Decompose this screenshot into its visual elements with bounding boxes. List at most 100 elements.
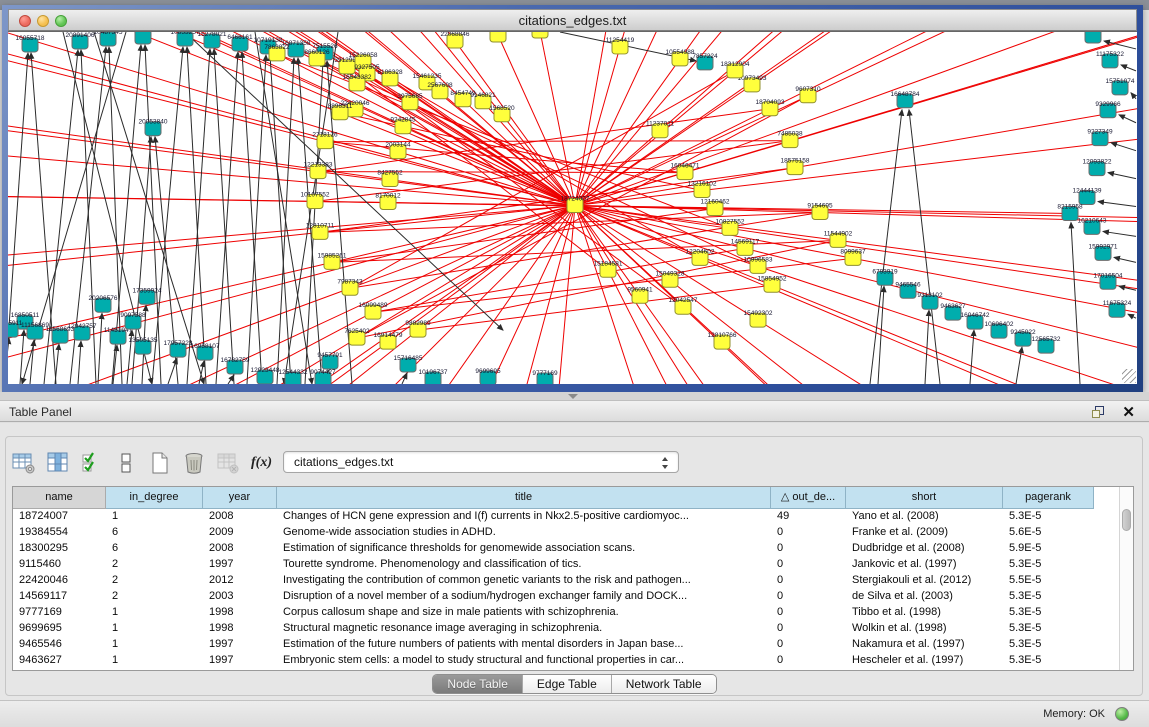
table-cell[interactable]: Hescheler et al. (1997): [846, 653, 1003, 669]
network-node[interactable]: [1085, 32, 1101, 43]
table-cell[interactable]: Estimation of significance thresholds fo…: [277, 541, 771, 557]
table-cell[interactable]: 2008: [203, 541, 277, 557]
table-cell[interactable]: 49: [771, 509, 846, 525]
table-cell[interactable]: 1997: [203, 637, 277, 653]
table-cell[interactable]: 9115460: [13, 557, 106, 573]
table-cell[interactable]: 0: [771, 541, 846, 557]
table-cell[interactable]: Changes of HCN gene expression and I(f) …: [277, 509, 771, 525]
table-cell[interactable]: 2012: [203, 573, 277, 589]
network-window-titlebar[interactable]: citations_edges.txt: [8, 9, 1137, 31]
table-cell[interactable]: 0: [771, 525, 846, 541]
table-row[interactable]: 969969511998Structural magnetic resonanc…: [13, 621, 1133, 637]
table-cell[interactable]: Genome-wide association studies in ADHD.: [277, 525, 771, 541]
row-height-button[interactable]: [112, 450, 139, 476]
network-node[interactable]: [490, 32, 506, 42]
tab-edge-table[interactable]: Edge Table: [523, 675, 612, 693]
table-cell[interactable]: 6: [106, 525, 203, 541]
table-cell[interactable]: 5.3E-5: [1003, 653, 1094, 669]
table-cell[interactable]: Tibbo et al. (1998): [846, 605, 1003, 621]
table-cell[interactable]: 5.6E-5: [1003, 525, 1094, 541]
table-cell[interactable]: Yano et al. (2008): [846, 509, 1003, 525]
table-cell[interactable]: 1: [106, 637, 203, 653]
network-node[interactable]: [532, 32, 548, 38]
delete-table-button[interactable]: [214, 450, 241, 476]
table-row[interactable]: 946362711997Embryonic stem cells: a mode…: [13, 653, 1133, 669]
table-cell[interactable]: 9465546: [13, 637, 106, 653]
select-rows-button[interactable]: [78, 450, 105, 476]
column-header-name[interactable]: name: [13, 487, 106, 509]
table-cell[interactable]: 1998: [203, 605, 277, 621]
table-cell[interactable]: 9777169: [13, 605, 106, 621]
table-cell[interactable]: 0: [771, 573, 846, 589]
table-cell[interactable]: Corpus callosum shape and size in male p…: [277, 605, 771, 621]
resize-grip-icon[interactable]: [1122, 369, 1136, 383]
table-cell[interactable]: 1: [106, 653, 203, 669]
table-cell[interactable]: 5.3E-5: [1003, 589, 1094, 605]
table-cell[interactable]: 0: [771, 637, 846, 653]
splitter-handle-icon[interactable]: [568, 394, 578, 399]
table-selector-combobox[interactable]: citations_edges.txt: [283, 451, 679, 473]
table-row[interactable]: 2242004622012Investigating the contribut…: [13, 573, 1133, 589]
scrollbar-thumb[interactable]: [1122, 509, 1131, 531]
table-cell[interactable]: 0: [771, 653, 846, 669]
table-row[interactable]: 977716911998Corpus callosum shape and si…: [13, 605, 1133, 621]
table-cell[interactable]: 2: [106, 557, 203, 573]
table-cell[interactable]: 5.3E-5: [1003, 509, 1094, 525]
table-mode-button[interactable]: [10, 450, 37, 476]
column-header-pagerank[interactable]: pagerank: [1003, 487, 1094, 509]
table-cell[interactable]: 5.3E-5: [1003, 605, 1094, 621]
table-cell[interactable]: 0: [771, 621, 846, 637]
table-cell[interactable]: 1998: [203, 621, 277, 637]
table-cell[interactable]: Embryonic stem cells: a model to study s…: [277, 653, 771, 669]
network-window[interactable]: citations_edges.txt 16055718208914061048…: [2, 5, 1143, 392]
column-header-year[interactable]: year: [203, 487, 277, 509]
table-cell[interactable]: 5.3E-5: [1003, 621, 1094, 637]
table-cell[interactable]: 1: [106, 509, 203, 525]
table-cell[interactable]: Nakamura et al. (1997): [846, 637, 1003, 653]
table-cell[interactable]: 1: [106, 605, 203, 621]
table-cell[interactable]: 9463627: [13, 653, 106, 669]
column-header-in_degree[interactable]: in_degree: [106, 487, 203, 509]
table-row[interactable]: 946554611997Estimation of the future num…: [13, 637, 1133, 653]
table-cell[interactable]: 14569117: [13, 589, 106, 605]
table-cell[interactable]: 18724007: [13, 509, 106, 525]
table-cell[interactable]: 1997: [203, 653, 277, 669]
close-panel-icon[interactable]: ✕: [1122, 403, 1135, 421]
table-cell[interactable]: 5.9E-5: [1003, 541, 1094, 557]
show-columns-button[interactable]: [44, 450, 71, 476]
table-cell[interactable]: 0: [771, 557, 846, 573]
table-row[interactable]: 1872400712008Changes of HCN gene express…: [13, 509, 1133, 525]
table-cell[interactable]: 0: [771, 589, 846, 605]
table-cell[interactable]: 5.3E-5: [1003, 637, 1094, 653]
table-cell[interactable]: Wolkin et al. (1998): [846, 621, 1003, 637]
column-header-short[interactable]: short: [846, 487, 1003, 509]
table-cell[interactable]: 6: [106, 541, 203, 557]
table-cell[interactable]: Estimation of the future numbers of pati…: [277, 637, 771, 653]
table-cell[interactable]: Stergiakouli et al. (2012): [846, 573, 1003, 589]
table-cell[interactable]: 2003: [203, 589, 277, 605]
table-cell[interactable]: Franke et al. (2009): [846, 525, 1003, 541]
column-header-out_de[interactable]: △ out_de...: [771, 487, 846, 509]
table-cell[interactable]: Tourette syndrome. Phenomenology and cla…: [277, 557, 771, 573]
table-cell[interactable]: 1: [106, 621, 203, 637]
table-row[interactable]: 1456911722003Disruption of a novel membe…: [13, 589, 1133, 605]
table-cell[interactable]: 5.5E-5: [1003, 573, 1094, 589]
table-cell[interactable]: Dudbridge et al. (2008): [846, 541, 1003, 557]
table-cell[interactable]: 9699695: [13, 621, 106, 637]
network-canvas[interactable]: 1605571820891406104873452064359610853257…: [8, 31, 1137, 384]
table-cell[interactable]: 2008: [203, 509, 277, 525]
table-cell[interactable]: Disruption of a novel member of a sodium…: [277, 589, 771, 605]
table-cell[interactable]: 22420046: [13, 573, 106, 589]
table-cell[interactable]: 2009: [203, 525, 277, 541]
table-cell[interactable]: de Silva et al. (2003): [846, 589, 1003, 605]
create-column-button[interactable]: [146, 450, 173, 476]
tab-node-table[interactable]: Node Table: [433, 675, 523, 693]
table-cell[interactable]: 2: [106, 589, 203, 605]
float-panel-icon[interactable]: [1092, 406, 1105, 419]
table-cell[interactable]: Jankovic et al. (1997): [846, 557, 1003, 573]
table-row[interactable]: 1830029562008Estimation of significance …: [13, 541, 1133, 557]
table-row[interactable]: 911546021997Tourette syndrome. Phenomeno…: [13, 557, 1133, 573]
tab-network-table[interactable]: Network Table: [612, 675, 716, 693]
vertical-scrollbar[interactable]: [1119, 487, 1133, 670]
table-cell[interactable]: 18300295: [13, 541, 106, 557]
